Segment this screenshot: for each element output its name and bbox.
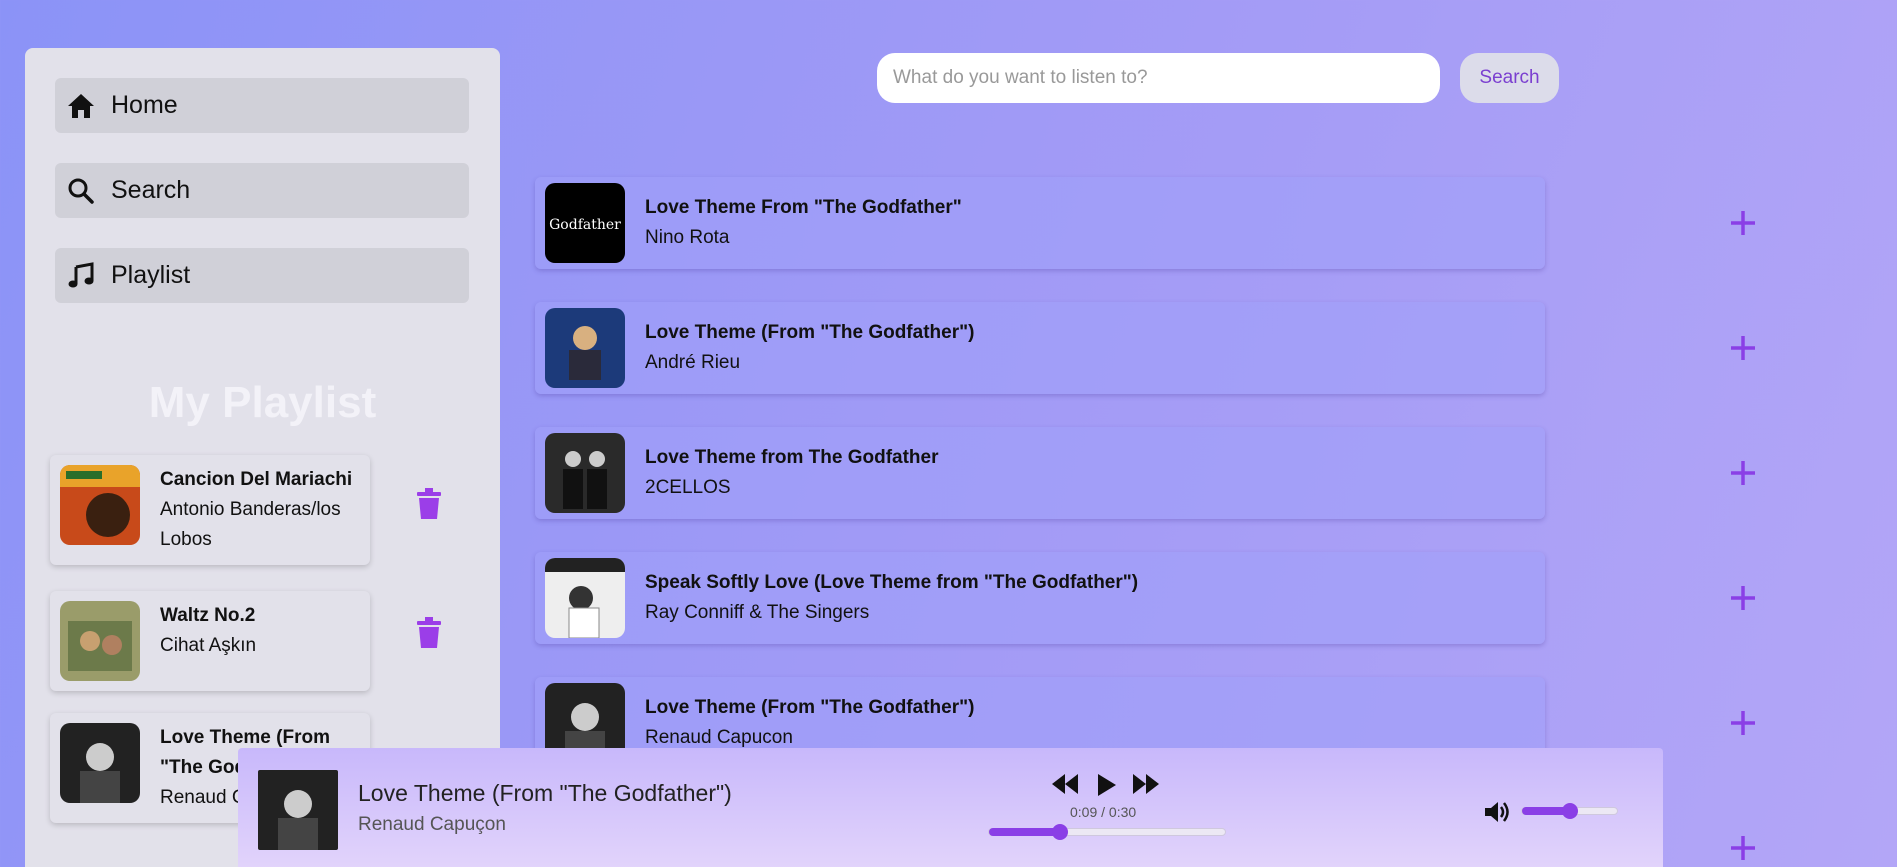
result-title: Love Theme (From "The Godfather") xyxy=(645,697,975,718)
result-artist: Nino Rota xyxy=(645,227,730,248)
add-icon[interactable] xyxy=(1728,583,1758,613)
result-row[interactable]: Speak Softly Love (Love Theme from "The … xyxy=(535,552,1545,644)
result-title: Love Theme from The Godfather xyxy=(645,447,939,468)
add-icon[interactable] xyxy=(1728,458,1758,488)
nav-search-label: Search xyxy=(111,176,191,204)
progress-handle[interactable] xyxy=(1051,824,1068,840)
album-art xyxy=(545,558,625,638)
add-icon[interactable] xyxy=(1728,833,1758,863)
now-playing-artist: Renaud Capuçon xyxy=(358,814,506,835)
playlist-item[interactable]: Cancion Del Mariachi Antonio Banderas/lo… xyxy=(50,455,370,565)
search-button[interactable]: Search xyxy=(1460,53,1559,103)
rewind-icon[interactable] xyxy=(1050,772,1080,798)
result-artist: Ray Conniff & The Singers xyxy=(645,602,870,623)
music-note-icon xyxy=(65,260,97,292)
playlist-item-artist: Cihat Aşkın xyxy=(160,635,257,656)
result-row[interactable]: Love Theme (From "The Godfather") André … xyxy=(535,302,1545,394)
nav-playlist[interactable]: Playlist xyxy=(55,248,469,303)
search-input[interactable] xyxy=(877,53,1440,103)
volume-slider[interactable] xyxy=(1521,803,1618,819)
playlist-item[interactable]: Waltz No.2 Cihat Aşkın xyxy=(50,591,370,691)
add-icon[interactable] xyxy=(1728,208,1758,238)
now-playing-title: Love Theme (From "The Godfather") xyxy=(358,780,732,806)
sidebar: Home Search Playlist My Playlist Cancion… xyxy=(25,48,500,867)
now-playing-bar: Love Theme (From "The Godfather") Renaud… xyxy=(238,748,1663,867)
fast-forward-icon[interactable] xyxy=(1131,772,1161,798)
playlist-item-title: Waltz No.2 xyxy=(160,605,256,626)
nav-home-label: Home xyxy=(111,91,178,119)
album-art: Godfather xyxy=(545,183,625,263)
my-playlist-title: My Playlist xyxy=(148,378,377,427)
album-art xyxy=(545,308,625,388)
search-icon xyxy=(65,175,97,207)
result-artist: André Rieu xyxy=(645,352,741,373)
result-title: Speak Softly Love (Love Theme from "The … xyxy=(645,572,1139,593)
album-art xyxy=(60,601,140,681)
album-art xyxy=(60,723,140,803)
trash-icon[interactable] xyxy=(415,617,443,649)
volume-handle[interactable] xyxy=(1561,803,1578,819)
home-icon xyxy=(65,90,97,122)
svg-text:Godfather: Godfather xyxy=(549,217,621,233)
playback-time: 0:09 / 0:30 xyxy=(1070,804,1137,820)
nav-playlist-label: Playlist xyxy=(111,261,191,289)
album-art xyxy=(545,433,625,513)
add-icon[interactable] xyxy=(1728,708,1758,738)
album-art xyxy=(60,465,140,545)
nav-search[interactable]: Search xyxy=(55,163,469,218)
playlist-item-title: Cancion Del Mariachi xyxy=(160,469,353,490)
trash-icon[interactable] xyxy=(415,488,443,520)
add-icon[interactable] xyxy=(1728,333,1758,363)
playlist-item-artist: Antonio Banderas/los Lobos xyxy=(160,499,341,550)
result-title: Love Theme From "The Godfather" xyxy=(645,197,962,218)
play-icon[interactable] xyxy=(1093,772,1123,798)
result-row[interactable]: Love Theme from The Godfather 2CELLOS xyxy=(535,427,1545,519)
volume-icon[interactable] xyxy=(1483,800,1511,826)
result-artist: 2CELLOS xyxy=(645,477,731,498)
progress-fill xyxy=(989,828,1060,836)
nav-home[interactable]: Home xyxy=(55,78,469,133)
result-row[interactable]: Godfather Love Theme From "The Godfather… xyxy=(535,177,1545,269)
progress-slider[interactable] xyxy=(988,824,1226,840)
now-playing-cover xyxy=(258,770,338,850)
result-title: Love Theme (From "The Godfather") xyxy=(645,322,975,343)
